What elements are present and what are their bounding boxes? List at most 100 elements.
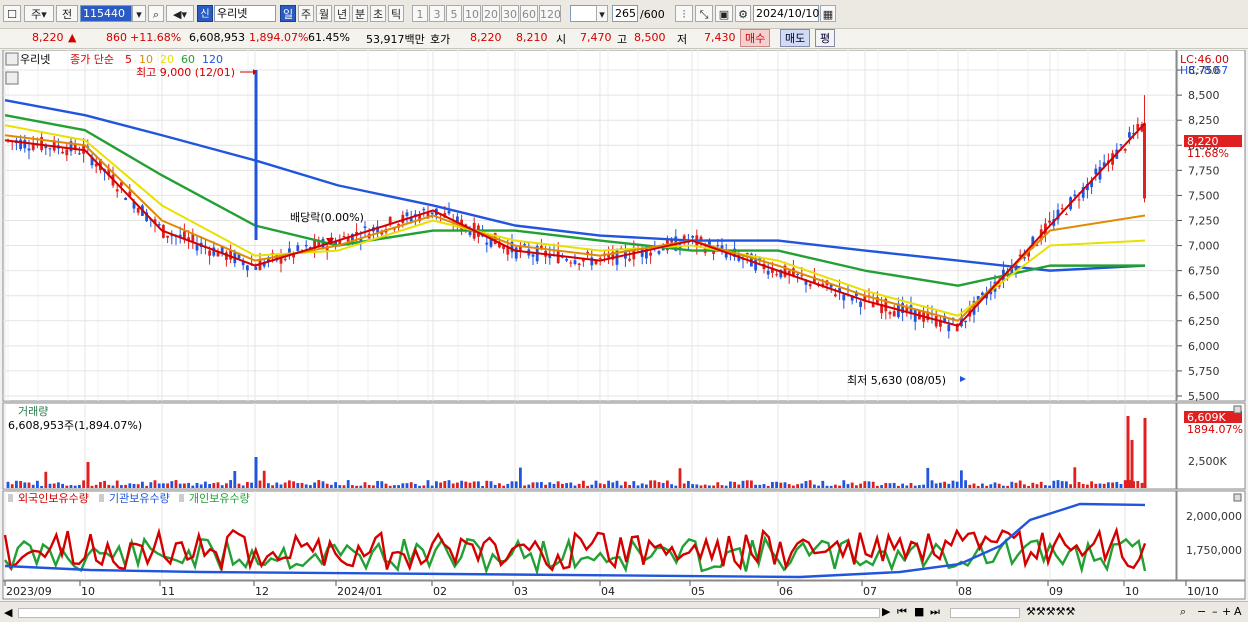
volume-bar-62 [267, 483, 270, 488]
rewind-icon[interactable]: ⏮ [897, 605, 907, 619]
volume-bar-45 [196, 483, 199, 488]
plus-icon[interactable]: + [1222, 605, 1231, 618]
count-input[interactable]: 265 [612, 5, 638, 22]
forward-icon[interactable]: ⏭ [930, 605, 940, 619]
low-note: 최저 5,630 (08/05) [847, 374, 946, 387]
type-select[interactable]: 주▾ [24, 5, 54, 22]
volume-bar-12 [57, 482, 60, 488]
candle-icon[interactable]: ⫶ [675, 5, 693, 22]
zoom-icon[interactable]: ⌕ [1180, 605, 1186, 619]
sell-button[interactable]: 매도 [780, 29, 810, 47]
stop-icon[interactable]: ■ [914, 605, 924, 618]
volume-bar-27 [120, 485, 123, 488]
volume-bar-185 [784, 482, 787, 488]
font-icon[interactable]: A [1234, 605, 1242, 618]
candle-body-211 [893, 311, 896, 316]
period-button-5[interactable]: 초 [370, 5, 386, 22]
holding-axis-bg [1177, 491, 1245, 580]
code-input[interactable]: 115440 [80, 5, 132, 22]
volume-bar-136 [578, 484, 581, 488]
volume-bar-47 [204, 482, 207, 488]
minute-button-3[interactable]: 10 [463, 5, 481, 22]
calendar-icon[interactable]: ▦ [820, 5, 836, 22]
holding-legend-2: 개인보유수량 [189, 492, 250, 505]
candle-body-153 [649, 253, 652, 256]
volume-bar-101 [431, 486, 434, 488]
volume-bar-24 [107, 485, 110, 488]
x-label-7: 04 [601, 585, 615, 598]
x-label-12: 09 [1049, 585, 1063, 598]
scroll-left-icon[interactable]: ◀ [4, 606, 12, 619]
volume-bar-180 [763, 484, 766, 488]
volume-bar-55 [238, 484, 241, 488]
period-button-2[interactable]: 월 [316, 5, 332, 22]
minute-button-1[interactable]: 3 [429, 5, 445, 22]
speaker-icon[interactable]: ◀▾ [166, 5, 194, 22]
period-button-3[interactable]: 년 [334, 5, 350, 22]
play-icon[interactable]: ▶ [882, 605, 890, 618]
calc-icon [6, 72, 18, 84]
volume-bar-70 [301, 483, 304, 488]
volume-bar-221 [935, 483, 938, 488]
candle-body-224 [947, 325, 950, 332]
holding-legend: 외국인보유수량기관보유수량개인보유수량 [8, 492, 250, 505]
gear-icon[interactable]: ⚙ [735, 5, 751, 22]
volume-bar-56 [242, 485, 245, 488]
volume-bar-148 [628, 485, 631, 488]
minute-button-5[interactable]: 30 [501, 5, 519, 22]
price-tick-label-2: 8,250 [1188, 114, 1220, 127]
minute-button-0[interactable]: 1 [412, 5, 428, 22]
volume-bar-197 [834, 485, 837, 488]
volume-bar-266 [1124, 480, 1127, 488]
price-tick-label-10: 6,250 [1188, 315, 1220, 328]
scrollbar-track[interactable] [18, 608, 880, 618]
period-button-6[interactable]: 틱 [388, 5, 404, 22]
search-icon[interactable]: ⌕ [148, 5, 164, 22]
volume-bar-201 [851, 483, 854, 488]
field-dropdown-icon[interactable]: ▾ [596, 5, 608, 22]
window-icon[interactable]: ☐ [3, 5, 21, 22]
volume-bar-246 [1040, 482, 1043, 488]
volume-bar-69 [296, 483, 299, 488]
dash-icon[interactable]: – [1212, 605, 1218, 618]
x-label-11: 08 [958, 585, 972, 598]
minus-icon[interactable]: − [1197, 605, 1206, 618]
volume-bar-251 [1061, 481, 1064, 488]
x-label-8: 05 [691, 585, 705, 598]
volume-bar-202 [855, 485, 858, 488]
candle-body-101 [431, 212, 434, 214]
draw-icon[interactable]: ⤡ [695, 5, 713, 22]
candle-body-31 [137, 208, 140, 213]
volume-bar-68 [292, 481, 295, 488]
volume-bar-108 [460, 481, 463, 488]
volume-bar-58 [250, 483, 253, 488]
prev-select[interactable]: 전 [56, 5, 78, 22]
period-button-1[interactable]: 주 [298, 5, 314, 22]
candle-body-266 [1124, 149, 1127, 151]
buy-button[interactable]: 매수 [740, 29, 770, 47]
candle-body-199 [842, 295, 845, 301]
minute-button-2[interactable]: 5 [446, 5, 462, 22]
period-button-4[interactable]: 분 [352, 5, 368, 22]
date-input[interactable]: 2024/10/10 [753, 5, 819, 22]
price-tick-label-5: 7,500 [1188, 189, 1220, 202]
code-dropdown-icon[interactable]: ▾ [132, 5, 146, 22]
minute-button-6[interactable]: 60 [520, 5, 538, 22]
period-button-0[interactable]: 일 [280, 5, 296, 22]
zoom-slider[interactable] [950, 608, 1020, 618]
volume-bar-3 [19, 481, 22, 488]
volume-bar-192 [813, 485, 816, 488]
volume-bar-247 [1044, 485, 1047, 488]
volume-bar-142 [603, 484, 606, 488]
save-icon[interactable]: ▣ [715, 5, 733, 22]
minute-button-4[interactable]: 20 [482, 5, 500, 22]
candle-body-95 [406, 212, 409, 216]
volume-bar-238 [1006, 486, 1009, 488]
volume-bar-170 [721, 485, 724, 488]
volume-bar-232 [981, 484, 984, 488]
candle-body-189 [800, 275, 803, 276]
candle-body-265 [1120, 144, 1123, 145]
tools-icon[interactable]: ⚒⚒⚒⚒⚒ [1026, 605, 1075, 618]
pyeong-button[interactable]: 평 [815, 29, 835, 47]
minute-button-7[interactable]: 120 [539, 5, 561, 22]
